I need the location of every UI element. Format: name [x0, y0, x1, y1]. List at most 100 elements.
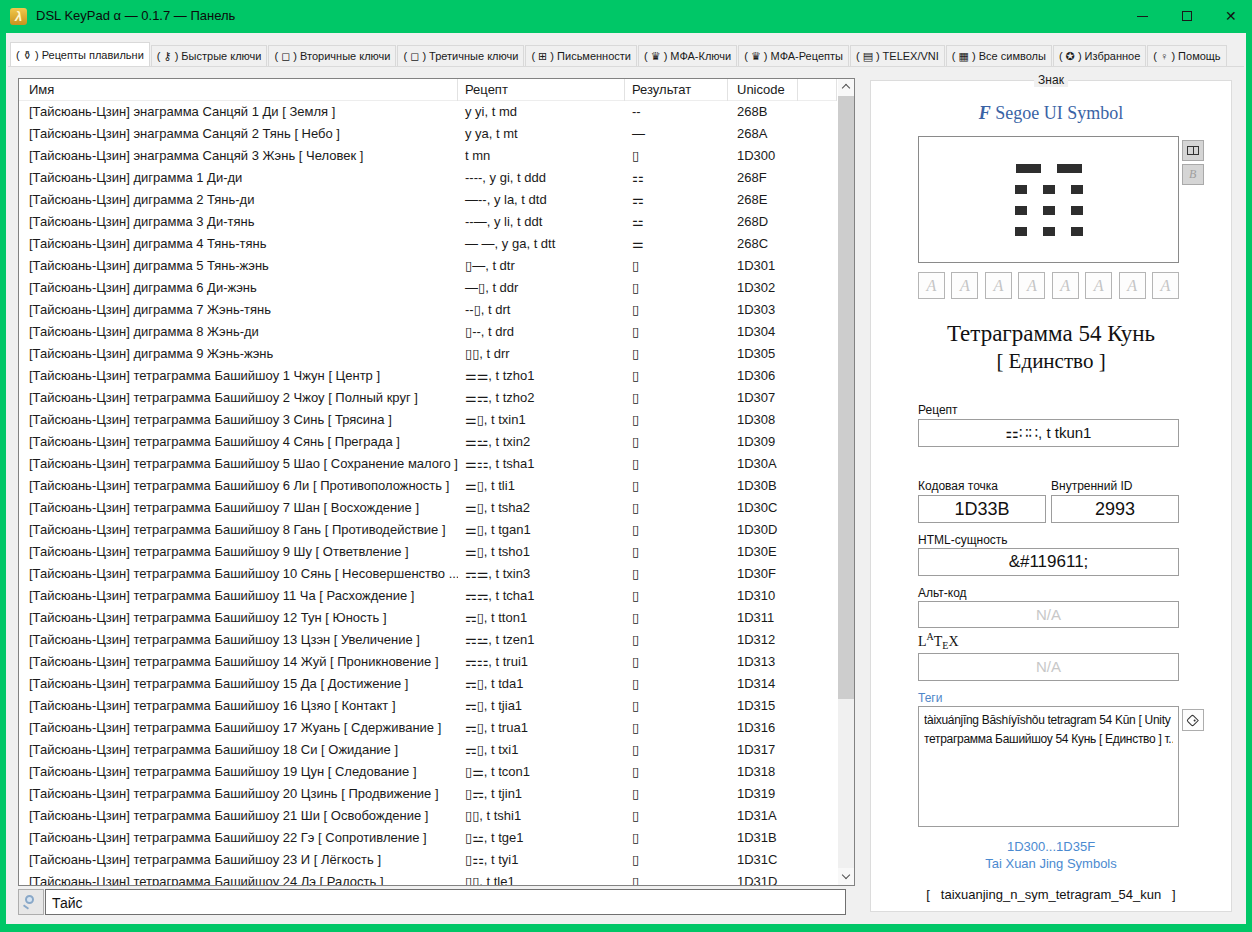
table-row[interactable]: [Тайсюань-Цзин] тетраграмма Башийшоу 3 С… — [19, 409, 837, 431]
font-variant-button[interactable]: A — [985, 272, 1012, 299]
font-variant-button[interactable]: A — [1119, 272, 1146, 299]
unicode-block-link[interactable]: Tai Xuan Jing Symbols — [871, 856, 1231, 871]
tab-3[interactable]: ( ◻ ) Вторичные ключи — [268, 45, 396, 66]
font-variant-button[interactable]: A — [1018, 272, 1045, 299]
column-header-3[interactable]: Unicode — [728, 79, 798, 101]
maximize-button[interactable] — [1165, 0, 1210, 33]
table-row[interactable]: [Тайсюань-Цзин] тетраграмма Башийшоу 6 Л… — [19, 475, 837, 497]
table-row[interactable]: [Тайсюань-Цзин] диграмма 9 Жэнь-жэнь▯▯, … — [19, 343, 837, 365]
font-variant-button[interactable]: A — [1085, 272, 1112, 299]
tab-8[interactable]: ( ▤ ) TELEX/VNI — [850, 45, 945, 66]
font-variant-button[interactable]: A — [1052, 272, 1079, 299]
table-row[interactable]: [Тайсюань-Цзин] диграмма 7 Жэнь-тянь--▯,… — [19, 299, 837, 321]
close-button[interactable]: ✕ — [1207, 0, 1252, 33]
cell-name: [Тайсюань-Цзин] энаграмма Санцяй 1 Ди [ … — [19, 101, 458, 123]
table-row[interactable]: [Тайсюань-Цзин] тетраграмма Башийшоу 21 … — [19, 805, 837, 827]
cell-result: ▯ — [625, 387, 728, 409]
table-row[interactable]: [Тайсюань-Цзин] диграмма 1 Ди-ди----, y … — [19, 167, 837, 189]
minimize-button[interactable] — [1120, 0, 1165, 33]
scroll-down-button[interactable] — [838, 868, 854, 885]
table-row[interactable]: [Тайсюань-Цзин] энаграмма Санцяй 1 Ди [ … — [19, 101, 837, 123]
font-variant-buttons: AAAAAAAA — [918, 272, 1179, 299]
alt-code-field[interactable]: N/A — [918, 601, 1179, 628]
tab-4[interactable]: ( ◻ ) Третичные ключи — [397, 45, 524, 66]
scroll-up-button[interactable] — [838, 79, 854, 96]
recipe-field[interactable]: ⚏∷∷, t tkun1 — [918, 419, 1179, 447]
table-row[interactable]: [Тайсюань-Цзин] тетраграмма Башийшоу 8 Г… — [19, 519, 837, 541]
font-variant-button[interactable]: A — [1152, 272, 1179, 299]
font-name-label[interactable]: F Segoe UI Symbol — [871, 103, 1231, 124]
search-button[interactable] — [18, 889, 44, 915]
book-icon — [1187, 146, 1199, 155]
column-header-empty[interactable] — [798, 79, 837, 101]
table-row[interactable]: [Тайсюань-Цзин] тетраграмма Башийшоу 14 … — [19, 651, 837, 673]
cell-recipe: ⚎▯, t tton1 — [458, 607, 625, 629]
font-variant-button[interactable]: A — [951, 272, 978, 299]
internal-id-field[interactable]: 2993 — [1051, 495, 1179, 523]
table-row[interactable]: [Тайсюань-Цзин] тетраграмма Башийшоу 19 … — [19, 761, 837, 783]
table-row[interactable]: [Тайсюань-Цзин] диграмма 8 Жэнь-ди▯--, t… — [19, 321, 837, 343]
table-row[interactable]: [Тайсюань-Цзин] тетраграмма Башийшоу 10 … — [19, 563, 837, 585]
tab-7[interactable]: ( ♛ ) МФА-Рецепты — [738, 45, 849, 66]
table-row[interactable]: [Тайсюань-Цзин] тетраграмма Башийшоу 7 Ш… — [19, 497, 837, 519]
sign-panel-legend: Знак — [1034, 73, 1068, 87]
glyphs-book-button[interactable] — [1182, 140, 1204, 161]
table-row[interactable]: [Тайсюань-Цзин] диграмма 6 Ди-жэнь—▯, t … — [19, 277, 837, 299]
font-variant-button[interactable]: A — [918, 272, 945, 299]
tab-5[interactable]: ( ⊞ ) Письменности — [525, 45, 637, 66]
table-row[interactable]: [Тайсюань-Цзин] диграмма 2 Тянь-ди—--, y… — [19, 189, 837, 211]
table-row[interactable]: [Тайсюань-Цзин] тетраграмма Башийшоу 13 … — [19, 629, 837, 651]
tag-button[interactable] — [1182, 709, 1204, 731]
table-row[interactable]: [Тайсюань-Цзин] тетраграмма Башийшоу 5 Ш… — [19, 453, 837, 475]
table-row[interactable]: [Тайсюань-Цзин] тетраграмма Башийшоу 22 … — [19, 827, 837, 849]
column-header-0[interactable]: Имя — [19, 79, 458, 101]
table-row[interactable]: [Тайсюань-Цзин] диграмма 4 Тянь-тянь— —,… — [19, 233, 837, 255]
cell-name: [Тайсюань-Цзин] диграмма 9 Жэнь-жэнь — [19, 343, 458, 365]
html-entity-field[interactable]: &#119611; — [918, 548, 1179, 576]
table-row[interactable]: [Тайсюань-Цзин] энаграмма Санцяй 3 Жэнь … — [19, 145, 837, 167]
table-row[interactable]: [Тайсюань-Цзин] энаграмма Санцяй 2 Тянь … — [19, 123, 837, 145]
table-row[interactable]: [Тайсюань-Цзин] диграмма 3 Ди-тянь--—, y… — [19, 211, 837, 233]
table-row[interactable]: [Тайсюань-Цзин] тетраграмма Башийшоу 9 Ш… — [19, 541, 837, 563]
tab-11[interactable]: ( ♀ ) Помощь — [1147, 45, 1226, 66]
table-row[interactable]: [Тайсюань-Цзин] тетраграмма Башийшоу 2 Ч… — [19, 387, 837, 409]
tags-textarea[interactable]: tàixuánjīng Bāshíyīshǒu tetragram 54 Kūn… — [918, 706, 1179, 827]
cell-empty — [798, 585, 837, 607]
tab-9[interactable]: ( ▦ ) Все символы — [946, 45, 1052, 66]
search-input[interactable]: Тайс — [45, 889, 846, 915]
cell-empty — [798, 805, 837, 827]
cell-unicode: 1D310 — [728, 585, 798, 607]
codepoint-label: Кодовая точка — [918, 479, 998, 493]
table-row[interactable]: [Тайсюань-Цзин] тетраграмма Башийшоу 23 … — [19, 849, 837, 871]
column-header-2[interactable]: Результат — [625, 79, 728, 101]
table-row[interactable]: [Тайсюань-Цзин] тетраграмма Башийшоу 20 … — [19, 783, 837, 805]
table-row[interactable]: [Тайсюань-Цзин] тетраграмма Башийшоу 18 … — [19, 739, 837, 761]
table-row[interactable]: [Тайсюань-Цзин] тетраграмма Башийшоу 24 … — [19, 871, 837, 885]
table-row[interactable]: [Тайсюань-Цзин] тетраграмма Башийшоу 11 … — [19, 585, 837, 607]
cell-empty — [798, 145, 837, 167]
cell-result: ▯ — [625, 805, 728, 827]
minimize-icon — [1137, 16, 1148, 17]
table-row[interactable]: [Тайсюань-Цзин] тетраграмма Башийшоу 15 … — [19, 673, 837, 695]
vertical-scrollbar[interactable] — [838, 79, 854, 885]
unicode-range-link[interactable]: 1D300...1D35F — [871, 839, 1231, 854]
tab-1[interactable]: ( ⚱ ) Рецепты плавильни — [10, 42, 150, 66]
table-row[interactable]: [Тайсюань-Цзин] тетраграмма Башийшоу 16 … — [19, 695, 837, 717]
column-header-1[interactable]: Рецепт — [458, 79, 625, 101]
table-row[interactable]: [Тайсюань-Цзин] тетраграмма Башийшоу 1 Ч… — [19, 365, 837, 387]
tab-6[interactable]: ( ♛ ) МФА-Ключи — [638, 45, 737, 66]
tab-2[interactable]: ( ⚷ ) Быстрые ключи — [151, 45, 268, 66]
codepoint-field[interactable]: 1D33B — [918, 495, 1046, 523]
table-row[interactable]: [Тайсюань-Цзин] тетраграмма Башийшоу 4 С… — [19, 431, 837, 453]
fraktur-b-button[interactable]: B — [1182, 164, 1204, 185]
table-header: ИмяРецептРезультатUnicode — [19, 79, 837, 101]
table-row[interactable]: [Тайсюань-Цзин] тетраграмма Башийшоу 12 … — [19, 607, 837, 629]
table-row[interactable]: [Тайсюань-Цзин] диграмма 5 Тянь-жэнь▯—, … — [19, 255, 837, 277]
html-entity-label: HTML-сущность — [918, 533, 1008, 547]
table-row[interactable]: [Тайсюань-Цзин] тетраграмма Башийшоу 17 … — [19, 717, 837, 739]
cell-recipe: ▯⚍, t tge1 — [458, 827, 625, 849]
latex-field[interactable]: N/A — [918, 653, 1179, 681]
tab-10[interactable]: ( ✪ ) Избранное — [1053, 45, 1146, 66]
scrollbar-thumb[interactable] — [838, 96, 854, 699]
cell-recipe: ⚎▯, t trua1 — [458, 717, 625, 739]
